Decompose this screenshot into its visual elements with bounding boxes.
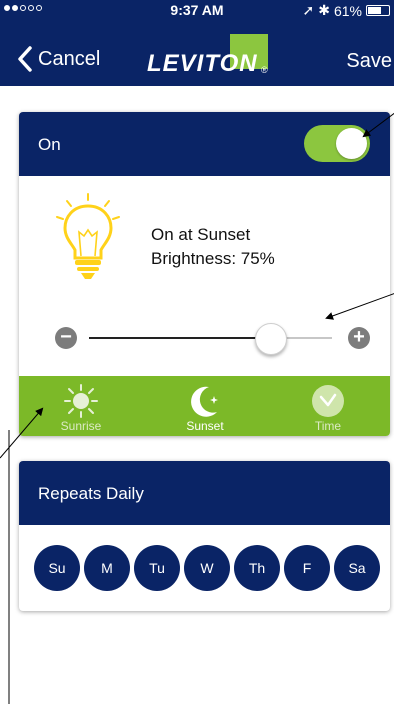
brightness-slider[interactable]: − + [55, 317, 370, 357]
mode-sunrise[interactable]: Sunrise [19, 376, 143, 436]
sun-icon [64, 384, 98, 418]
status-bar: 9:37 AM ➚ ✱ 61% [0, 0, 394, 20]
decrease-brightness-button[interactable]: − [55, 327, 77, 349]
schedule-title: On [38, 135, 61, 154]
increase-brightness-button[interactable]: + [348, 327, 370, 349]
schedule-header: On [19, 112, 390, 176]
mode-time-label: Time [314, 419, 342, 433]
location-arrow-icon: ➚ [302, 2, 315, 18]
save-button[interactable]: Save [346, 50, 392, 73]
battery-icon [366, 5, 390, 16]
day-selector: Su M Tu W Th F Sa [34, 545, 380, 591]
brightness-text: Brightness: 75% [151, 249, 275, 268]
clock-check-icon [312, 385, 344, 417]
slider-track[interactable] [89, 337, 332, 339]
schedule-info: On at Sunset Brightness: 75% [151, 223, 275, 271]
slider-fill [89, 337, 272, 339]
trigger-text: On at Sunset [151, 225, 251, 244]
mode-sunset[interactable]: Sunset [143, 376, 267, 436]
day-tuesday[interactable]: Tu [134, 545, 180, 591]
day-friday[interactable]: F [284, 545, 330, 591]
nav-bar: Cancel LEVITON ® Save [0, 20, 394, 86]
day-saturday[interactable]: Sa [334, 545, 380, 591]
toggle-knob [336, 128, 367, 159]
mode-sunset-label: Sunset [186, 419, 224, 433]
battery-percent: 61% [333, 2, 362, 19]
day-sunday[interactable]: Su [34, 545, 80, 591]
on-toggle[interactable] [304, 125, 370, 162]
day-monday[interactable]: M [84, 545, 130, 591]
cancel-button[interactable]: Cancel [18, 46, 100, 72]
day-thursday[interactable]: Th [234, 545, 280, 591]
moon-icon [191, 386, 218, 417]
repeat-card: Repeats Daily Su M Tu W Th F Sa [19, 461, 390, 611]
logo-text: LEVITON [147, 50, 258, 77]
trigger-mode-bar: Sunrise Sunset Time [19, 376, 390, 436]
mode-sunrise-label: Sunrise [60, 419, 102, 433]
repeat-title: Repeats Daily [38, 484, 144, 503]
day-wednesday[interactable]: W [184, 545, 230, 591]
cancel-label: Cancel [38, 47, 101, 70]
schedule-card: On On at Sunset Brightness: 75% − + Sunr… [19, 112, 390, 436]
repeat-header: Repeats Daily [19, 461, 390, 525]
mode-time[interactable]: Time [266, 376, 390, 436]
light-bulb-icon [56, 193, 120, 279]
slider-thumb[interactable] [255, 323, 288, 355]
chevron-left-icon [18, 46, 32, 72]
bluetooth-icon: ✱ [318, 2, 330, 18]
